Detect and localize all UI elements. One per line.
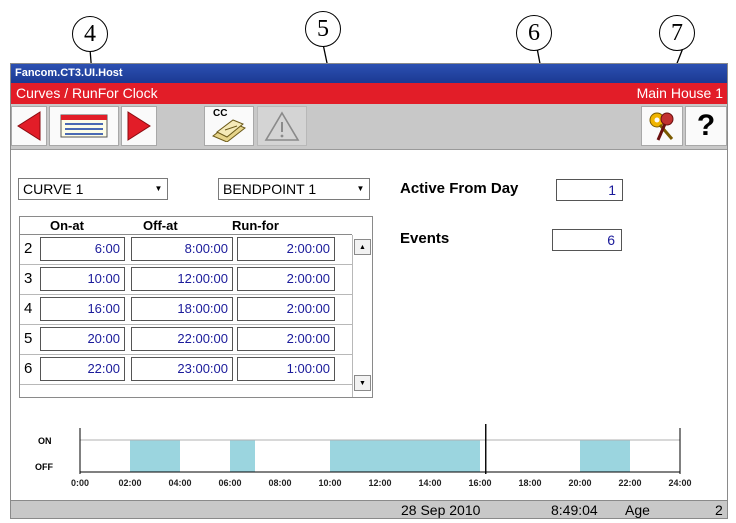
run-for-field[interactable]: 2:00:00	[237, 237, 335, 261]
col-header-on-at: On-at	[50, 218, 84, 233]
callout-5: 5	[305, 11, 341, 47]
row-separator	[20, 324, 352, 325]
login-keys-button[interactable]	[641, 106, 683, 146]
on-at-field[interactable]: 10:00	[40, 267, 125, 291]
run-for-field[interactable]: 2:00:00	[237, 267, 335, 291]
on-period-bar	[330, 440, 480, 472]
off-at-field[interactable]: 22:00:00	[131, 327, 233, 351]
bendpoint-select[interactable]: BENDPOINT 1 ▼	[218, 178, 370, 200]
off-at-field[interactable]: 12:00:00	[131, 267, 233, 291]
col-header-run-for: Run-for	[232, 218, 279, 233]
toolbar: CC ?	[11, 104, 727, 150]
timeline-tick-label: 24:00	[668, 478, 691, 488]
keys-icon	[649, 112, 674, 141]
timeline-tick-label: 12:00	[368, 478, 391, 488]
timeline-tick-label: 22:00	[618, 478, 641, 488]
on-at-field[interactable]: 20:00	[40, 327, 125, 351]
active-from-day-label: Active From Day	[400, 180, 519, 197]
on-at-field[interactable]: 22:00	[40, 357, 125, 381]
status-date: 28 Sep 2010	[401, 502, 481, 518]
run-for-field[interactable]: 1:00:00	[237, 357, 335, 381]
runfor-table: On-at Off-at Run-for 2 6:00 8:00:00 2:00:00…	[19, 216, 373, 398]
callout-4: 4	[72, 16, 108, 52]
callout-7: 7	[659, 15, 695, 51]
timeline-tick-label: 08:00	[268, 478, 291, 488]
age-value: 2	[715, 502, 723, 518]
timeline-tick-label: 06:00	[218, 478, 241, 488]
cc-label: CC	[213, 108, 228, 119]
callout-6: 6	[516, 15, 552, 51]
on-period-bar	[580, 440, 630, 472]
run-for-field[interactable]: 2:00:00	[237, 297, 335, 321]
off-at-field[interactable]: 8:00:00	[131, 237, 233, 261]
timeline-tick-label: 18:00	[518, 478, 541, 488]
row-number: 4	[24, 300, 33, 317]
scroll-up-button[interactable]: ▲	[354, 239, 371, 255]
bendpoint-select-value: BENDPOINT 1	[223, 181, 317, 197]
timeline-tick-label: 02:00	[118, 478, 141, 488]
house-name: Main House 1	[636, 85, 723, 101]
scroll-down-button[interactable]: ▼	[354, 375, 371, 391]
run-for-field[interactable]: 2:00:00	[237, 327, 335, 351]
timeline-chart: ON OFF 0:00 02:00 04:00 06:00 08:00 10:00 12:00 1…	[35, 424, 692, 488]
list-button[interactable]	[49, 106, 119, 146]
on-at-field[interactable]: 6:00	[40, 237, 125, 261]
arrow-right-icon	[127, 111, 151, 141]
timeline-tick-label: 14:00	[418, 478, 441, 488]
timeline-tick-label: 20:00	[568, 478, 591, 488]
timeline-tick-label: 10:00	[318, 478, 341, 488]
off-at-field[interactable]: 18:00:00	[131, 297, 233, 321]
off-at-field[interactable]: 23:00:00	[131, 357, 233, 381]
col-header-off-at: Off-at	[143, 218, 178, 233]
chevron-down-icon: ▼	[154, 184, 163, 193]
status-time: 8:49:04	[551, 502, 598, 518]
events-label: Events	[400, 230, 450, 247]
breadcrumb: Curves / RunFor Clock	[16, 85, 158, 101]
curve-select-value: CURVE 1	[23, 181, 84, 197]
row-number: 6	[24, 360, 33, 377]
table-header: On-at Off-at Run-for	[20, 217, 352, 235]
copy-curve-button[interactable]: CC	[204, 106, 254, 146]
on-period-bar	[230, 440, 255, 472]
row-number: 5	[24, 330, 33, 347]
row-separator	[20, 384, 352, 385]
table-scrollbar[interactable]: ▲ ▼	[352, 235, 372, 397]
list-icon	[60, 114, 108, 138]
row-separator	[20, 354, 352, 355]
arrow-left-icon	[17, 111, 41, 141]
row-separator	[20, 264, 352, 265]
header-bar: Curves / RunFor Clock Main House 1	[11, 83, 727, 104]
row-separator	[20, 294, 352, 295]
on-at-field[interactable]: 16:00	[40, 297, 125, 321]
row-number: 3	[24, 270, 33, 287]
row-number: 2	[24, 240, 33, 257]
events-field[interactable]: 6	[552, 229, 622, 251]
next-button[interactable]	[121, 106, 157, 146]
on-period-bar	[130, 440, 180, 472]
warning-icon	[264, 111, 300, 141]
app-window: Fancom.CT3.UI.Host Curves / RunFor Clock…	[10, 63, 728, 519]
previous-button[interactable]	[11, 106, 47, 146]
chevron-down-icon: ▼	[356, 184, 365, 193]
timeline-tick-label: 04:00	[168, 478, 191, 488]
age-label: Age	[625, 502, 650, 518]
status-bar: 28 Sep 2010 8:49:04 Age 2	[11, 500, 727, 518]
help-button[interactable]: ?	[685, 106, 727, 146]
active-from-day-field[interactable]: 1	[556, 179, 623, 201]
curve-select[interactable]: CURVE 1 ▼	[18, 178, 168, 200]
warning-button[interactable]	[257, 106, 307, 146]
timeline-tick-label: 0:00	[71, 478, 89, 488]
off-level-label: OFF	[35, 462, 53, 472]
window-title: Fancom.CT3.UI.Host	[11, 64, 727, 83]
on-level-label: ON	[38, 436, 52, 446]
timeline-tick-label: 16:00	[468, 478, 491, 488]
